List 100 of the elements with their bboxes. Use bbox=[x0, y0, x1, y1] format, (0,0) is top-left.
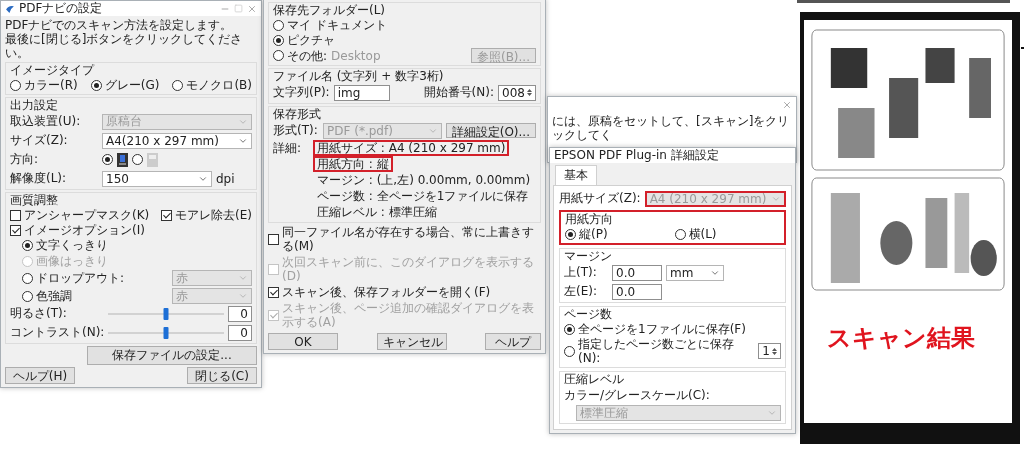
window-title: EPSON PDF Plug-in 詳細設定 bbox=[554, 147, 719, 164]
field-label: 用紙サイズ(Z): bbox=[559, 190, 641, 207]
checkbox-option[interactable]: アンシャープマスク(K) bbox=[10, 208, 158, 222]
radio-option[interactable]: その他: bbox=[273, 48, 328, 63]
checkbox-option[interactable]: スキャン後、保存フォルダーを開く(F) bbox=[268, 285, 491, 299]
checkbox[interactable] bbox=[10, 224, 21, 236]
number-spinner[interactable]: 008 bbox=[498, 84, 536, 101]
field-label: 上(T): bbox=[564, 264, 598, 281]
instruction-text: には、原稿をセットして、[スキャン]をクリックしてく bbox=[552, 114, 791, 142]
detail-text: 用紙方向 : 縦 bbox=[313, 156, 393, 172]
checkbox-option[interactable]: モアレ除去(E) bbox=[161, 208, 252, 222]
radio-option[interactable]: マイ ドキュメント bbox=[273, 18, 387, 32]
text-field[interactable]: 0.0 bbox=[612, 264, 662, 281]
slider-label: 明るさ(T): bbox=[10, 305, 68, 322]
text-field[interactable]: 0.0 bbox=[612, 283, 662, 300]
radio-option[interactable]: モノクロ(B) bbox=[172, 78, 252, 92]
radio-button[interactable] bbox=[102, 154, 113, 165]
dropdown[interactable]: A4(210 x 297 mm) bbox=[102, 132, 252, 149]
radio-button[interactable] bbox=[273, 34, 284, 46]
radio-option[interactable]: ピクチャ bbox=[273, 33, 335, 47]
group-label: 保存先フォルダー(L) bbox=[273, 3, 386, 17]
dialog-button[interactable]: ヘルプ bbox=[485, 333, 541, 350]
radio-button[interactable] bbox=[273, 19, 284, 31]
radio-button[interactable] bbox=[90, 79, 102, 91]
folder-path: Desktop bbox=[331, 48, 381, 63]
dialog-button[interactable]: OK bbox=[268, 333, 338, 350]
radio-option[interactable]: 色強調 bbox=[22, 289, 72, 303]
radio-option[interactable]: ドロップアウト: bbox=[22, 271, 125, 285]
checkbox[interactable] bbox=[161, 209, 173, 221]
field-label: 詳細: bbox=[273, 140, 303, 157]
checkbox-option[interactable]: 同一ファイル名が存在する場合、常に上書きする(M) bbox=[268, 225, 541, 253]
tab[interactable]: 基本 bbox=[555, 165, 597, 185]
group-label: 保存形式 bbox=[273, 107, 321, 121]
group-label: 用紙方向 bbox=[565, 212, 613, 226]
radio-option[interactable]: 指定したページ数ごとに保存(N): bbox=[564, 337, 750, 365]
group-label: 圧縮レベル bbox=[564, 372, 624, 386]
portrait-page-icon bbox=[117, 152, 128, 167]
save-settings-button[interactable]: 保存ファイルの設定... bbox=[87, 346, 257, 365]
radio-button[interactable] bbox=[10, 79, 21, 91]
value-field[interactable]: 0 bbox=[228, 324, 252, 341]
page-icon bbox=[147, 152, 158, 167]
unit-label: dpi bbox=[216, 171, 235, 186]
field-label: カラー/グレースケール(C): bbox=[564, 387, 711, 404]
radio-button[interactable] bbox=[132, 154, 143, 165]
group-label: マージン bbox=[564, 249, 612, 263]
spin-arrows-icon bbox=[772, 346, 777, 356]
radio-button[interactable] bbox=[273, 50, 284, 61]
close-button[interactable]: 閉じる(C) bbox=[187, 367, 257, 384]
group-label: イメージタイプ bbox=[10, 63, 94, 77]
radio-option[interactable]: 文字くっきり bbox=[22, 238, 108, 252]
detail-text: 用紙サイズ : A4 (210 x 297 mm) bbox=[313, 140, 510, 156]
radio-option[interactable]: カラー(R) bbox=[10, 78, 78, 92]
group-label: ファイル名 (文字列 + 数字3桁) bbox=[273, 69, 444, 83]
checkbox-option[interactable]: イメージオプション(I) bbox=[10, 223, 145, 237]
checkbox[interactable] bbox=[10, 209, 21, 221]
spin-arrows-icon bbox=[527, 88, 532, 97]
window-title: PDFナビの設定 bbox=[19, 0, 103, 17]
slider-thumb[interactable] bbox=[163, 307, 169, 320]
field-label: 取込装置(U): bbox=[10, 113, 82, 130]
radio-button[interactable] bbox=[564, 345, 575, 357]
radio-button[interactable] bbox=[22, 272, 33, 284]
group-label: ページ数 bbox=[564, 307, 612, 321]
text-field[interactable]: img bbox=[333, 84, 390, 101]
group-label: 出力設定 bbox=[10, 98, 58, 112]
radio-button[interactable] bbox=[22, 290, 33, 302]
field-label: 方向: bbox=[10, 151, 40, 168]
detail-text: 圧縮レベル : 標準圧縮 bbox=[316, 204, 438, 220]
dropdown[interactable]: 150 bbox=[102, 170, 212, 187]
radio-option[interactable]: 横(L) bbox=[674, 227, 780, 241]
field-label: 左(E): bbox=[564, 283, 598, 300]
dropdown[interactable]: mm bbox=[666, 264, 724, 281]
details-button[interactable]: 詳細設定(O)... bbox=[445, 123, 536, 138]
slider-label: コントラスト(N): bbox=[10, 324, 105, 341]
detail-text: マージン : (上,左) 0.00mm, 0.00mm) bbox=[316, 172, 532, 188]
radio-button[interactable] bbox=[564, 323, 575, 335]
radio-button[interactable] bbox=[674, 228, 686, 240]
radio-button[interactable] bbox=[172, 79, 184, 91]
group-label: 画質調整 bbox=[10, 193, 58, 207]
value-field[interactable]: 0 bbox=[228, 305, 252, 322]
instruction-text: PDFナビでのスキャン方法を設定します。 最後に[閉じる]ボタンをクリックしてください。 bbox=[5, 18, 244, 60]
radio-button[interactable] bbox=[22, 239, 33, 251]
caret-icon bbox=[767, 408, 777, 418]
number-spinner[interactable]: 1 bbox=[757, 343, 781, 359]
scan-result-label: スキャン結果 bbox=[827, 323, 975, 354]
slider-thumb[interactable] bbox=[163, 326, 169, 339]
field-label: サイズ(Z): bbox=[10, 132, 69, 149]
radio-button[interactable] bbox=[565, 228, 576, 240]
help-button[interactable]: ヘルプ(H) bbox=[5, 367, 75, 384]
detail-text: ページ数 : 全ページを1ファイルに保存 bbox=[316, 188, 530, 204]
checkbox[interactable] bbox=[268, 286, 279, 298]
checkbox[interactable] bbox=[268, 233, 279, 245]
radio-option[interactable]: 縦(P) bbox=[565, 227, 671, 241]
field-label: 開始番号(N): bbox=[423, 84, 494, 101]
radio-option[interactable]: グレー(G) bbox=[90, 78, 160, 92]
dialog-button[interactable]: キャンセル bbox=[376, 333, 447, 350]
radio-option[interactable]: 全ページを1ファイルに保存(F) bbox=[564, 322, 746, 336]
field-label: 解像度(L): bbox=[10, 170, 68, 187]
field-label: 文字列(P): bbox=[273, 84, 330, 101]
app-icon bbox=[5, 3, 15, 14]
field-label: 形式(T): bbox=[273, 122, 319, 139]
